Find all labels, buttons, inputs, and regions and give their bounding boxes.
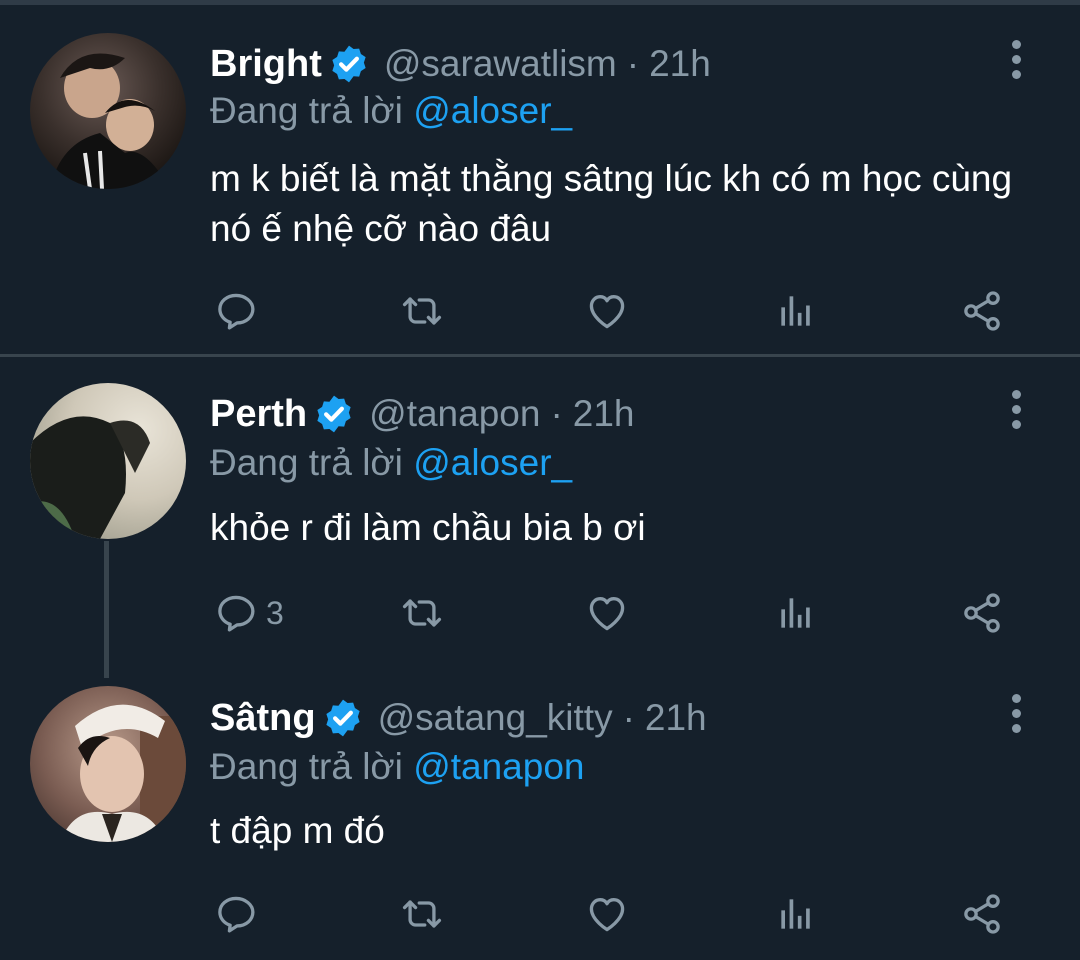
mention-link[interactable]: @tanapon: [413, 746, 584, 787]
reply-button[interactable]: 3: [214, 588, 284, 638]
reply-icon: [214, 591, 258, 635]
tweet-text: t đập m đó: [210, 810, 385, 851]
avatar[interactable]: [30, 383, 186, 539]
avatar[interactable]: [30, 33, 186, 189]
mention-link[interactable]: @aloser_: [413, 442, 572, 483]
analytics-icon: [774, 591, 818, 635]
reply-icon: [214, 289, 258, 333]
author-name[interactable]: Bright: [210, 43, 322, 86]
replying-to-label: Đang trả lời: [210, 442, 403, 483]
reply-icon: [214, 892, 258, 936]
like-button[interactable]: [585, 889, 629, 939]
like-icon: [585, 591, 629, 635]
share-button[interactable]: [960, 588, 1004, 638]
verified-badge-icon: [313, 393, 355, 435]
retweet-button[interactable]: [400, 286, 444, 336]
tweet-actions: [0, 286, 1080, 336]
retweet-icon: [400, 892, 444, 936]
timestamp[interactable]: 21h: [645, 697, 707, 739]
retweet-button[interactable]: [400, 889, 444, 939]
share-icon: [960, 289, 1004, 333]
mention-link[interactable]: @aloser_: [413, 90, 572, 131]
replying-to-label: Đang trả lời: [210, 746, 403, 787]
analytics-button[interactable]: [774, 889, 818, 939]
replying-to-label: Đang trả lời: [210, 90, 403, 131]
tweet-divider: [0, 354, 1080, 357]
tweet-actions: [0, 889, 1080, 939]
share-button[interactable]: [960, 889, 1004, 939]
like-button[interactable]: [585, 588, 629, 638]
analytics-button[interactable]: [774, 286, 818, 336]
author-handle[interactable]: @satang_kitty: [378, 697, 613, 739]
analytics-icon: [774, 289, 818, 333]
analytics-button[interactable]: [774, 588, 818, 638]
share-button[interactable]: [960, 286, 1004, 336]
retweet-icon: [400, 591, 444, 635]
separator-dot: ·: [626, 43, 640, 84]
replying-to: Đang trả lời @aloser_: [210, 442, 572, 484]
like-button[interactable]: [585, 286, 629, 336]
tweet-text: khỏe r đi làm chầu bia b ơi: [210, 507, 646, 548]
separator-dot: ·: [550, 393, 563, 434]
tweet-1[interactable]: Bright @sarawatlism · 21h Đang trả lời @…: [0, 0, 1080, 355]
tweet-text: m k biết là mặt thằng sâtng lúc kh có m …: [210, 158, 1013, 249]
tweet-3[interactable]: Sâtng @satang_kitty · 21h Đang trả lời @…: [0, 678, 1080, 960]
like-icon: [585, 289, 629, 333]
more-options-icon[interactable]: [1004, 694, 1028, 738]
more-options-icon[interactable]: [1004, 40, 1028, 84]
reply-button[interactable]: [214, 889, 266, 939]
avatar[interactable]: [30, 686, 186, 842]
tweet-actions: 3: [0, 588, 1080, 638]
share-icon: [960, 591, 1004, 635]
tweet-2[interactable]: Perth @tanapon · 21h Đang trả lời @alose…: [0, 358, 1080, 678]
retweet-button[interactable]: [400, 588, 444, 638]
verified-badge-icon: [322, 697, 364, 739]
reply-count: 3: [266, 594, 284, 631]
analytics-icon: [774, 892, 818, 936]
reply-button[interactable]: [214, 286, 266, 336]
share-icon: [960, 892, 1004, 936]
separator-dot: ·: [622, 697, 635, 738]
replying-to: Đang trả lời @aloser_: [210, 90, 572, 132]
author-handle[interactable]: @sarawatlism: [384, 43, 617, 85]
timestamp[interactable]: 21h: [649, 43, 711, 85]
author-name[interactable]: Perth: [210, 393, 307, 436]
verified-badge-icon: [328, 43, 370, 85]
author-handle[interactable]: @tanapon: [369, 393, 540, 435]
retweet-icon: [400, 289, 444, 333]
replying-to: Đang trả lời @tanapon: [210, 746, 585, 788]
timestamp[interactable]: 21h: [573, 393, 635, 435]
more-options-icon[interactable]: [1004, 390, 1028, 434]
author-name[interactable]: Sâtng: [210, 697, 316, 740]
like-icon: [585, 892, 629, 936]
